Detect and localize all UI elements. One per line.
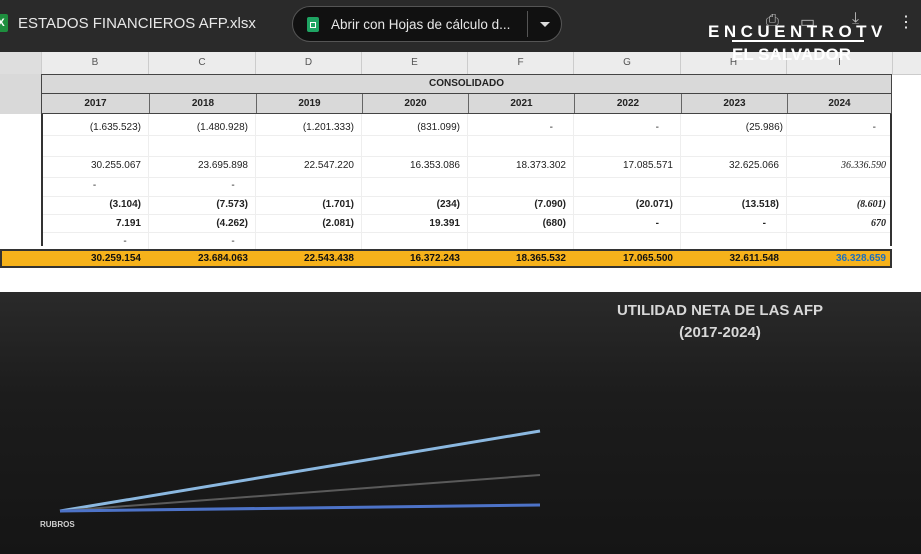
more-icon[interactable]: ⋮ (898, 12, 914, 32)
cell[interactable]: (3.104) (41, 197, 141, 213)
cell[interactable]: (680) (467, 216, 566, 232)
cell[interactable]: (4.262) (148, 216, 248, 232)
chart-title-line1: UTILIDAD NETA DE LAS AFP (616, 302, 824, 319)
column-header-c[interactable]: C (148, 52, 255, 74)
logo-underline (732, 40, 864, 42)
cell[interactable]: 30.255.067 (41, 158, 141, 174)
sheet-empty-rows (0, 268, 921, 292)
cell[interactable]: 22.547.220 (255, 158, 354, 174)
consolidado-label: CONSOLIDADO (429, 78, 504, 89)
cell[interactable]: (7.573) (148, 197, 248, 213)
total-cell[interactable]: 22.543.438 (257, 251, 354, 267)
cell[interactable]: (1.635.523) (41, 120, 141, 136)
cell[interactable]: 36.336.590 (786, 158, 886, 174)
year-2024: 2024 (787, 94, 891, 113)
cell[interactable]: (13.518) (680, 197, 779, 213)
column-header-g[interactable]: G (573, 52, 680, 74)
total-cell[interactable]: 32.611.548 (682, 251, 780, 267)
gridline (43, 156, 890, 157)
row-header-area (0, 74, 41, 114)
cell[interactable]: - (467, 120, 553, 136)
year-header-row: 2017 2018 2019 2020 2021 2022 2023 2024 (41, 94, 892, 114)
cell[interactable]: (831.099) (361, 120, 460, 136)
chart-panel: UTILIDAD NETA DE LAS AFP (2017-2024) RUB… (0, 292, 921, 554)
spreadsheet-view: B C D E F G H I CONSOLIDADO 2017 2018 20… (0, 52, 921, 292)
cell[interactable]: - (680, 216, 766, 232)
cell[interactable]: 18.373.302 (467, 158, 566, 174)
cell[interactable]: - (573, 216, 659, 232)
cell[interactable]: 32.625.066 (680, 158, 779, 174)
cell[interactable]: (7.090) (467, 197, 566, 213)
cell[interactable]: (1.701) (255, 197, 354, 213)
pill-divider (527, 11, 528, 37)
gridline (43, 214, 890, 215)
open-with-label: Abrir con Hojas de cálculo d... (331, 17, 511, 32)
consolidado-header: CONSOLIDADO (41, 74, 892, 94)
cell[interactable]: 7.191 (41, 216, 141, 232)
year-2019: 2019 (256, 94, 362, 113)
column-header-d[interactable]: D (255, 52, 361, 74)
cell[interactable]: - (148, 234, 318, 250)
total-cell-selected[interactable]: 36.328.659 (788, 251, 886, 267)
total-cell[interactable]: 18.365.532 (469, 251, 566, 267)
cell[interactable]: (20.071) (573, 197, 673, 213)
cell[interactable]: - (786, 120, 876, 136)
cell[interactable]: - (148, 178, 318, 194)
select-all-corner[interactable] (0, 52, 41, 74)
total-cell[interactable]: 16.372.243 (363, 251, 460, 267)
cell[interactable]: 16.353.086 (361, 158, 460, 174)
column-header-j[interactable] (892, 52, 921, 74)
broadcaster-logo-top: ENCUENTROTV (708, 22, 887, 41)
sheets-icon (307, 17, 319, 32)
year-2017: 2017 (84, 98, 107, 109)
cell[interactable]: 670 (786, 216, 886, 232)
year-2018: 2018 (149, 94, 256, 113)
column-header-b[interactable]: B (41, 52, 148, 74)
cell[interactable]: (2.081) (255, 216, 354, 232)
broadcaster-logo-bottom: EL SALVADOR (732, 45, 852, 64)
cell[interactable]: - (573, 120, 659, 136)
cell[interactable]: (8.601) (786, 197, 886, 213)
cell[interactable]: 23.695.898 (148, 158, 248, 174)
cell[interactable]: (25.986) (680, 120, 783, 136)
column-header-f[interactable]: F (467, 52, 573, 74)
chart-title: UTILIDAD NETA DE LAS AFP (2017-2024) (560, 300, 880, 344)
total-cell[interactable]: 17.065.500 (575, 251, 673, 267)
chart-title-line2: (2017-2024) (679, 324, 761, 341)
file-name: ESTADOS FINANCIEROS AFP.xlsx (18, 15, 256, 32)
total-cell[interactable]: 23.684.063 (150, 251, 248, 267)
excel-file-icon: X (0, 14, 8, 32)
x-axis-label: RUBROS (40, 520, 75, 529)
totals-row: 30.259.154 23.684.063 22.543.438 16.372.… (0, 249, 892, 268)
cell[interactable]: (234) (361, 197, 460, 213)
total-cell[interactable]: 30.259.154 (43, 251, 141, 267)
cell[interactable]: 17.085.571 (573, 158, 673, 174)
cell[interactable]: (1.201.333) (255, 120, 354, 136)
year-2023: 2023 (681, 94, 787, 113)
cell[interactable]: (1.480.928) (148, 120, 248, 136)
gridline (43, 232, 890, 233)
trend-line-light-blue (59, 429, 541, 513)
year-2021: 2021 (468, 94, 574, 113)
cell[interactable]: - (41, 178, 148, 194)
year-2020: 2020 (362, 94, 468, 113)
column-header-e[interactable]: E (361, 52, 467, 74)
year-2022: 2022 (574, 94, 681, 113)
cell[interactable]: 19.391 (361, 216, 460, 232)
open-with-sheets-button[interactable]: Abrir con Hojas de cálculo d... (292, 6, 562, 42)
dropdown-icon[interactable] (540, 22, 550, 27)
